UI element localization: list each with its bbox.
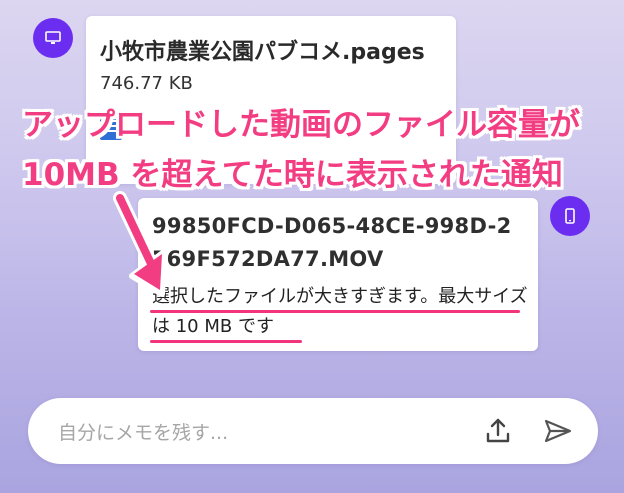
note-input[interactable]: 自分にメモを残す... — [58, 418, 228, 445]
upload-button[interactable] — [480, 413, 516, 449]
desktop-icon — [45, 31, 61, 44]
send-icon — [544, 419, 572, 443]
file-message-mov[interactable]: 99850FCD-D065-48CE-998D-2E69F572DA77.MOV… — [138, 198, 538, 351]
error-underline-2 — [150, 340, 302, 343]
file-name: 99850FCD-D065-48CE-998D-2E69F572DA77.MOV — [152, 214, 512, 271]
annotation-line-1: アップロードした動画のファイル容量が — [22, 107, 580, 143]
mobile-device-avatar — [550, 196, 590, 236]
annotation-caption: アップロードした動画のファイル容量が 10MB を超えてた時に表示された通知 — [22, 100, 612, 200]
send-button[interactable] — [540, 413, 576, 449]
upload-icon — [486, 418, 510, 443]
note-composer: 自分にメモを残す... — [28, 398, 598, 464]
mobile-icon — [565, 208, 575, 224]
annotation-arrow — [113, 191, 167, 297]
desktop-device-avatar — [33, 18, 73, 58]
error-underline-1 — [150, 310, 520, 313]
file-size: 746.77 KB — [100, 73, 193, 94]
file-name: 小牧市農業公園パブコメ.pages — [100, 40, 425, 65]
